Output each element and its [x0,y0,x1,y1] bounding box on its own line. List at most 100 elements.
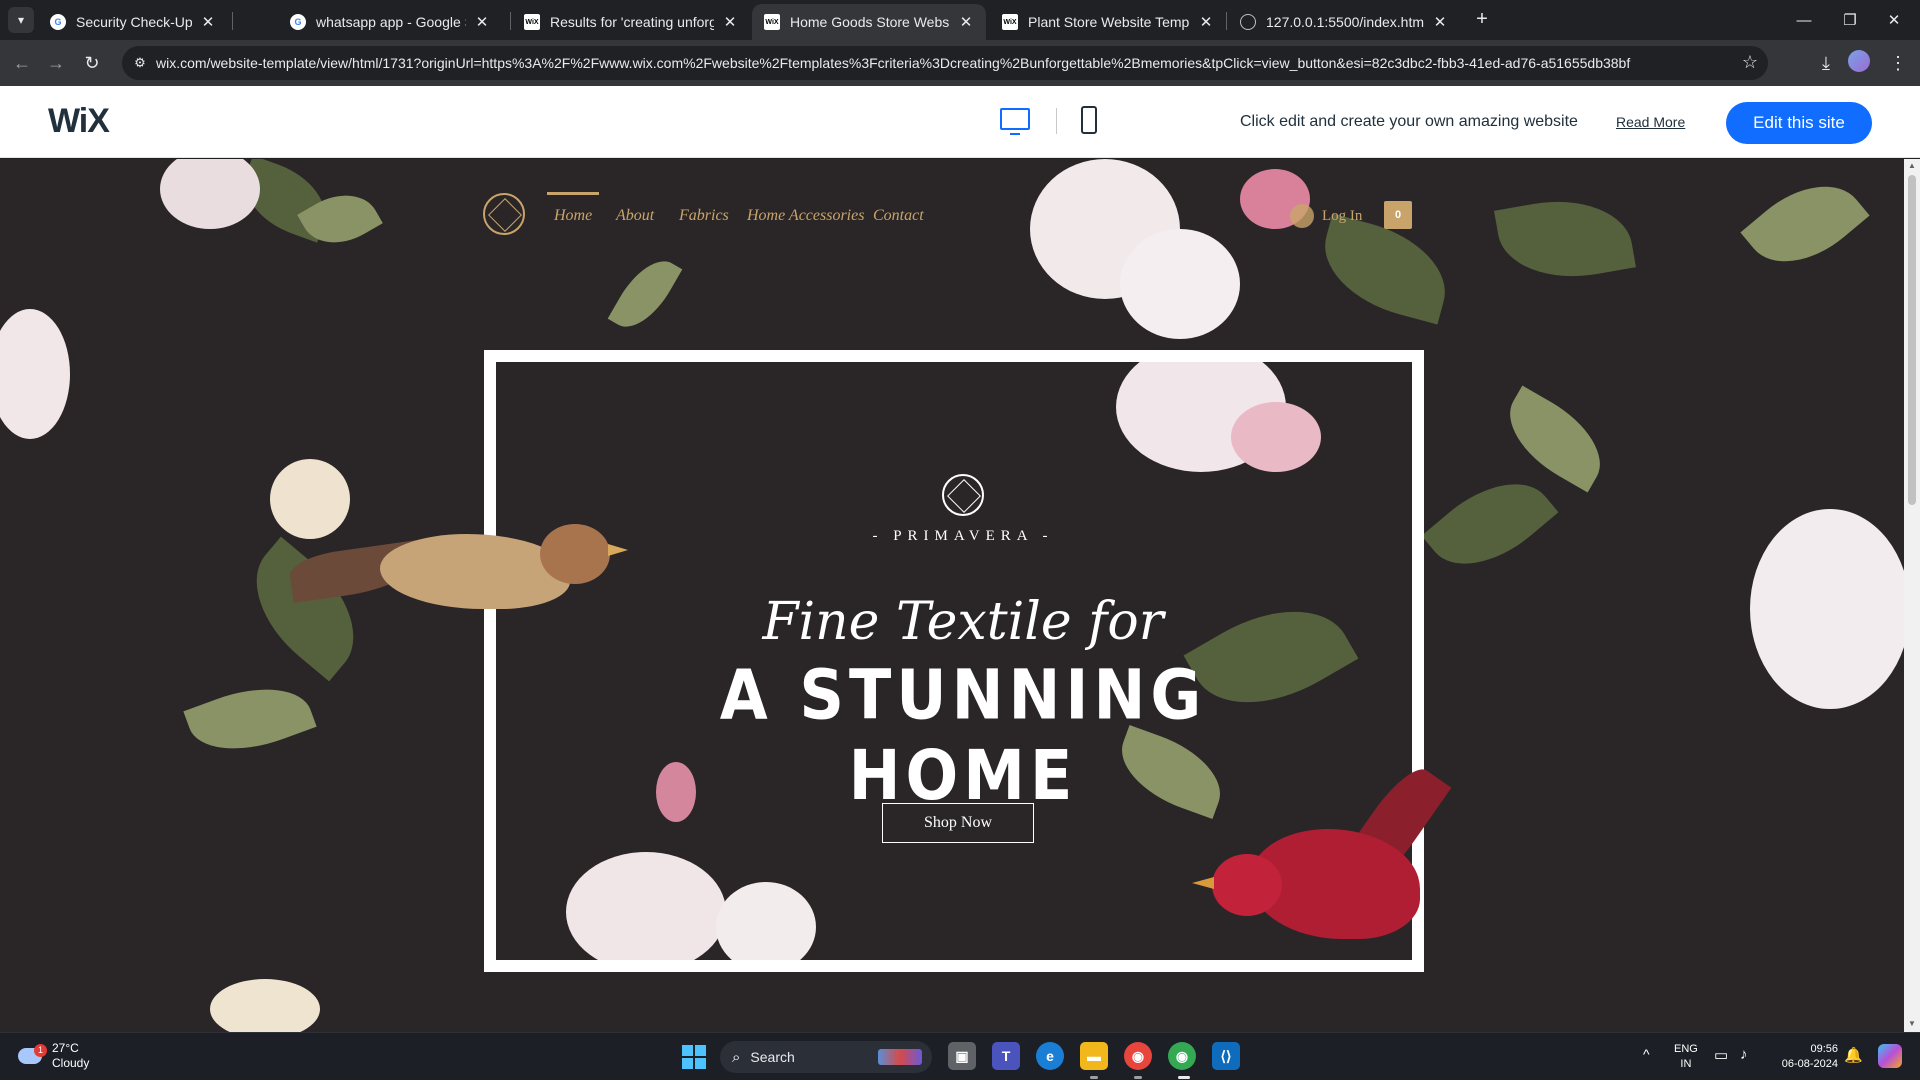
tab-wix-results[interactable]: WiX Results for 'creating unforgettal ✕ [512,4,750,40]
profile-avatar[interactable] [1848,50,1870,72]
cart-count: 0 [1394,209,1402,221]
more-menu-icon[interactable]: ⋮ [1884,49,1912,77]
tab-divider [232,12,233,30]
leaf-decoration [183,670,317,768]
leaf-decoration [1740,161,1870,287]
primavera-logo-icon[interactable] [483,193,525,235]
search-icon: ⌕ [732,1048,741,1066]
leaf-decoration [1311,213,1459,325]
tab-label: 127.0.0.1:5500/index.html [1266,14,1424,30]
active-indicator [1178,1076,1190,1079]
windows-start-icon[interactable] [682,1045,706,1069]
wix-icon: WiX [524,14,540,30]
cloud-icon: 1 [18,1044,47,1064]
primavera-emblem-icon [942,474,984,516]
nav-active-indicator [547,192,599,195]
flower-decoration [566,852,726,960]
divider [1056,108,1057,134]
wix-icon: WiX [1002,14,1018,30]
login-button[interactable]: Log In [1290,204,1362,228]
tab-label: whatsapp app - Google Search [316,14,466,30]
nav-contact[interactable]: Contact [873,207,924,225]
desktop-view-icon[interactable] [1000,108,1030,135]
edge-icon[interactable]: e [1036,1042,1064,1070]
close-icon[interactable]: ✕ [1198,13,1214,31]
hero-brand-name: - PRIMAVERA - [872,528,1054,544]
leaf-decoration [1492,385,1618,493]
login-label: Log In [1322,207,1363,224]
nav-about[interactable]: About [616,207,654,225]
site-info-icon[interactable]: ⚙ [130,53,150,73]
back-arrow-icon[interactable]: ← [8,49,36,77]
chevron-down-icon: ▾ [17,13,25,27]
forward-arrow-icon[interactable]: → [42,49,70,77]
new-tab-button[interactable]: + [1470,8,1494,32]
tab-search-button[interactable]: ▾ [8,7,34,33]
wix-logo[interactable]: WiX [48,102,110,141]
scrollbar-thumb[interactable] [1908,175,1916,505]
system-clock[interactable]: 09:56 06-08-2024 [1766,1042,1838,1072]
bookmark-star-icon[interactable]: ☆ [1742,52,1758,73]
hero-script-heading: Fine Textile for [762,592,1164,652]
weather-widget[interactable]: 1 27°C Cloudy [18,1041,89,1071]
clock-date: 06-08-2024 [1781,1058,1838,1070]
chrome-icon[interactable]: ◉ [1124,1042,1152,1070]
teams-icon[interactable]: T [992,1042,1020,1070]
minimize-icon[interactable]: — [1778,0,1830,40]
region-code: IN [1680,1058,1692,1070]
leaf-decoration [1494,188,1636,290]
vscode-icon[interactable]: ⟨⟩ [1212,1042,1240,1070]
nav-home[interactable]: Home [554,207,592,225]
bird-illustration-right [1190,759,1490,969]
chevron-up-icon[interactable]: ^ [1643,1046,1650,1062]
leaf-decoration [1421,458,1559,590]
close-icon[interactable]: ✕ [958,13,974,31]
tab-plant-store-template[interactable]: WiX Plant Store Website Template | ✕ [990,4,1226,40]
close-icon[interactable]: ✕ [722,13,738,31]
tab-whatsapp-search[interactable]: G whatsapp app - Google Search ✕ [278,4,502,40]
running-indicator [1134,1076,1142,1079]
taskbar-search-label: Search [750,1049,795,1065]
cart-icon[interactable]: 0 [1384,201,1412,229]
template-preview: Home About Fabrics Home Accessories Cont… [0,159,1904,1032]
volume-icon[interactable]: ♪ [1740,1046,1748,1063]
close-icon[interactable]: ✕ [1432,13,1448,31]
shop-now-button[interactable]: Shop Now [882,803,1034,843]
task-view-icon[interactable]: ▣ [948,1042,976,1070]
url-text[interactable]: wix.com/website-template/view/html/1731?… [156,55,1630,71]
nav-fabrics[interactable]: Fabrics [679,207,729,225]
wix-icon: WiX [764,14,780,30]
search-highlight-icon [878,1049,922,1065]
notification-bell-icon[interactable]: 🔔 [1844,1046,1863,1064]
copilot-icon[interactable] [1878,1044,1902,1068]
taskbar-search[interactable]: ⌕ Search [720,1041,932,1073]
page-scrollbar[interactable]: ▲ ▼ [1904,159,1920,1032]
tab-localhost[interactable]: 127.0.0.1:5500/index.html ✕ [1228,4,1460,40]
network-icon[interactable]: ▭ [1714,1046,1728,1064]
windows-taskbar: 1 27°C Cloudy ⌕ Search ▣ T e ▬ ◉ ◉ ⟨⟩ ^ … [0,1032,1920,1080]
language-indicator[interactable]: ENG IN [1674,1042,1698,1072]
scroll-down-icon[interactable]: ▼ [1907,1019,1917,1029]
edit-this-site-button[interactable]: Edit this site [1726,102,1872,144]
mobile-view-icon[interactable] [1081,106,1097,134]
wix-promo-message: Click edit and create your own amazing w… [1240,113,1578,130]
language-code: ENG [1674,1043,1698,1055]
window-close-icon[interactable]: ✕ [1868,0,1920,40]
running-indicator [1090,1076,1098,1079]
clock-time: 09:56 [1810,1043,1838,1055]
read-more-link[interactable]: Read More [1616,114,1685,130]
download-icon[interactable]: ⤓ [1812,49,1840,77]
chrome-profile-icon[interactable]: ◉ [1168,1042,1196,1070]
scroll-up-icon[interactable]: ▲ [1907,161,1917,171]
reload-icon[interactable]: ↻ [78,49,106,77]
file-explorer-icon[interactable]: ▬ [1080,1042,1108,1070]
close-icon[interactable]: ✕ [474,13,490,31]
browser-tab-strip: ▾ G Security Check-Up ✕ G whatsapp app -… [0,0,1920,40]
tab-security-check-up[interactable]: G Security Check-Up ✕ [38,4,228,40]
close-icon[interactable]: ✕ [200,13,216,31]
flower-decoration [716,882,816,960]
address-bar[interactable]: ⚙ wix.com/website-template/view/html/173… [122,46,1768,80]
tab-home-goods-template[interactable]: WiX Home Goods Store Website Ten ✕ [752,4,986,40]
nav-home-accessories[interactable]: Home Accessories [747,207,864,225]
google-icon: G [50,14,66,30]
